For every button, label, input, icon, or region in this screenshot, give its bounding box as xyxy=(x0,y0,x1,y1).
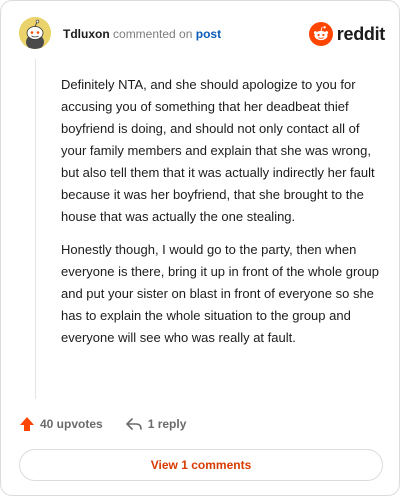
reply-button[interactable]: 1 reply xyxy=(125,416,187,432)
view-comments-button[interactable]: View 1 comments xyxy=(19,449,383,481)
upvote-button[interactable]: 40 upvotes xyxy=(19,416,103,432)
reply-count: 1 reply xyxy=(147,417,187,431)
snoo-avatar-icon xyxy=(19,17,51,49)
reddit-logo-icon xyxy=(308,22,333,46)
comment-header: Tdluxon commented on post reddit xyxy=(19,17,385,51)
comment-paragraph: Definitely NTA, and she should apologize… xyxy=(61,77,375,224)
thread-line xyxy=(35,59,36,399)
comment-actions: 40 upvotes 1 reply xyxy=(19,413,208,435)
comment-body: Definitely NTA, and she should apologize… xyxy=(61,74,379,360)
comment-paragraph: Honestly though, I would go to the party… xyxy=(61,242,379,345)
post-link[interactable]: post xyxy=(196,27,221,41)
brand-wordmark: reddit xyxy=(336,23,386,44)
avatar[interactable] xyxy=(19,17,51,49)
author-name[interactable]: Tdluxon xyxy=(63,27,110,41)
comment-card: Tdluxon commented on post reddit Definit… xyxy=(0,0,400,496)
reddit-logo[interactable]: reddit xyxy=(308,21,386,47)
upvote-count: 40 upvotes xyxy=(40,417,103,431)
author-line: Tdluxon commented on post xyxy=(63,26,221,42)
reply-icon xyxy=(125,418,142,430)
comment-verb: commented on xyxy=(113,27,193,41)
upvote-arrow-icon xyxy=(20,417,34,431)
